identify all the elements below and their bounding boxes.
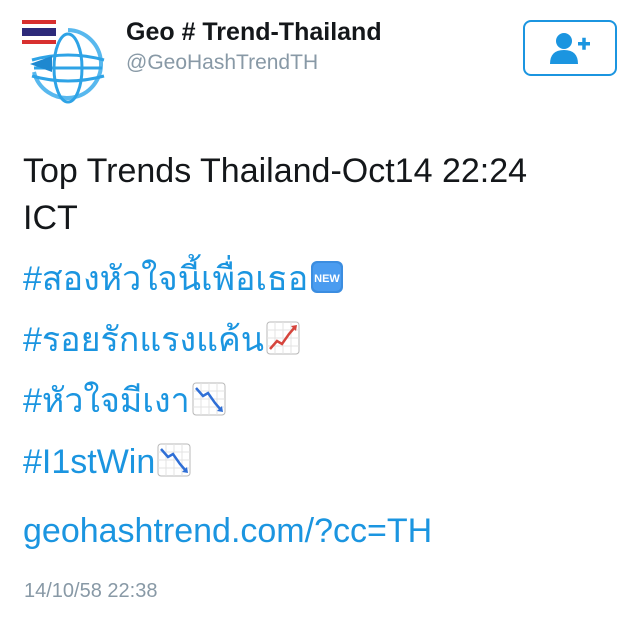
svg-text:NEW: NEW bbox=[314, 273, 340, 285]
tweet-timestamp[interactable]: 14/10/58 22:38 bbox=[24, 580, 157, 603]
tweet-text-line-1: Top Trends Thailand-Oct14 22:24 bbox=[23, 152, 528, 190]
tweet-text-line-2: ICT bbox=[23, 199, 78, 237]
author-display-name[interactable]: Geo # Trend-Thailand bbox=[126, 18, 382, 47]
hashtag-link[interactable]: #รอยรักแรงแค้น bbox=[23, 321, 264, 359]
external-link[interactable]: geohashtrend.com/?cc=TH bbox=[23, 512, 432, 550]
trend-item: #หัวใจมีเงา bbox=[23, 378, 623, 425]
add-user-icon bbox=[550, 33, 590, 64]
profile-avatar-globe-icon[interactable] bbox=[22, 20, 108, 106]
trend-item: #I1stWin bbox=[23, 439, 623, 486]
thai-flag-icon bbox=[22, 20, 56, 44]
new-button-icon: NEW bbox=[311, 261, 344, 293]
chart-decreasing-icon bbox=[157, 443, 191, 477]
hashtag-link[interactable]: #สองหัวใจนี้เพื่อเธอ bbox=[23, 260, 308, 298]
tweet-body: Top Trends Thailand-Oct14 22:24 ICT #สอง… bbox=[23, 148, 623, 555]
chart-decreasing-icon bbox=[192, 382, 226, 416]
chart-increasing-icon bbox=[266, 321, 300, 355]
hashtag-link[interactable]: #I1stWin bbox=[23, 443, 155, 481]
author-handle[interactable]: @GeoHashTrendTH bbox=[126, 51, 318, 75]
trend-item: #สองหัวใจนี้เพื่อเธอ NEW bbox=[23, 256, 623, 303]
hashtag-link[interactable]: #หัวใจมีเงา bbox=[23, 382, 190, 420]
follow-button[interactable] bbox=[523, 20, 617, 76]
trend-item: #รอยรักแรงแค้น bbox=[23, 317, 623, 364]
tweet-card: Geo # Trend-Thailand @GeoHashTrendTH Top… bbox=[0, 0, 640, 618]
tweet-link-line: geohashtrend.com/?cc=TH bbox=[23, 508, 623, 555]
